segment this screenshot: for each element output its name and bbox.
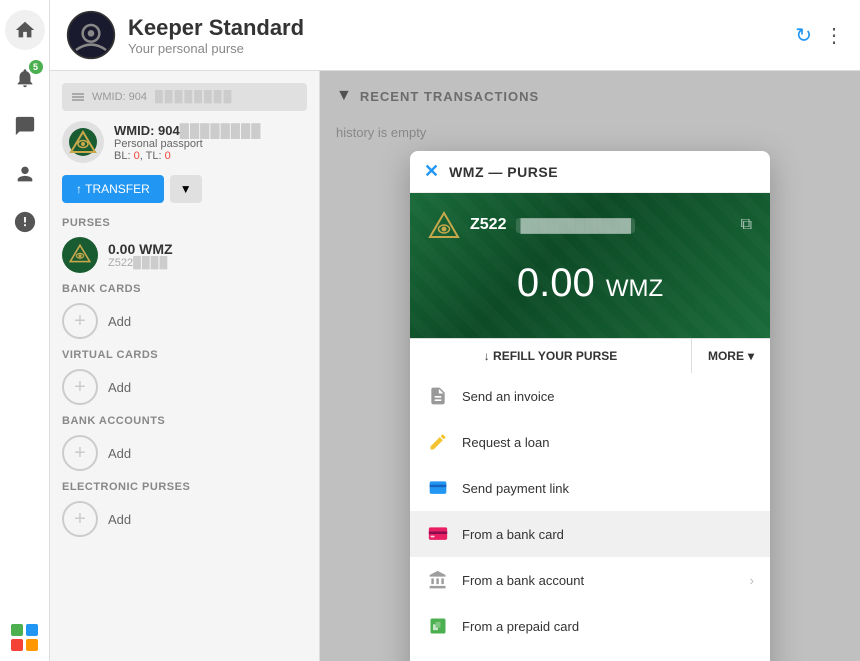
menu-request-loan[interactable]: Request a loan <box>410 419 770 465</box>
passport-label: Personal passport <box>114 138 307 150</box>
app-logo <box>66 10 116 60</box>
blue-dot <box>26 624 38 636</box>
header: Keeper Standard Your personal purse ↻ ⋮ <box>50 0 860 71</box>
header-actions: ↻ ⋮ <box>795 23 844 48</box>
account-id-blurred: ████████ <box>155 91 233 103</box>
request-loan-icon <box>426 430 450 454</box>
refill-purse-button[interactable]: ↓ REFILL YOUR PURSE <box>410 339 692 373</box>
purse-id: Z522████ <box>108 257 173 269</box>
bank-accounts-section-title: BANK ACCOUNTS <box>62 415 307 427</box>
add-virtual-card[interactable]: + Add <box>62 369 307 405</box>
send-invoice-label: Send an invoice <box>462 389 555 404</box>
wmz-purse-modal: ✕ WMZ — PURSE <box>410 151 770 661</box>
left-panel: WMID: 904 ████████ <box>50 71 320 661</box>
dropdown-menu: Send an invoice Request a loan <box>410 373 770 661</box>
add-epurse-circle-icon: + <box>62 501 98 537</box>
purse-item: 0.00 WMZ Z522████ <box>62 237 307 273</box>
purse-balance: 0.00 WMZ <box>428 241 752 322</box>
wmid-text: WMID: 904████████ <box>114 123 307 138</box>
transfer-row: ↑ TRANSFER ▼ <box>62 175 307 203</box>
from-prepaid-card-label: From a prepaid card <box>462 619 579 634</box>
green-dot <box>11 624 23 636</box>
red-dot <box>11 639 23 651</box>
refresh-button[interactable]: ↻ <box>795 23 812 48</box>
request-loan-label: Request a loan <box>462 435 549 450</box>
menu-find-places[interactable]: Find Places Near Me <box>410 649 770 661</box>
sidebar: 5 <box>0 0 50 661</box>
add-virtual-card-label: Add <box>108 380 131 395</box>
sidebar-item-messages[interactable] <box>5 106 45 146</box>
bank-account-arrow-icon: › <box>750 573 754 588</box>
modal-title: WMZ — PURSE <box>449 164 558 180</box>
add-bank-account-label: Add <box>108 446 131 461</box>
purse-icon <box>62 237 98 273</box>
bank-cards-section-title: BANK CARDS <box>62 283 307 295</box>
menu-from-prepaid-card[interactable]: From a prepaid card <box>410 603 770 649</box>
account-id-label: WMID: 904 <box>92 91 147 103</box>
purse-amount: 0.00 WMZ <box>108 241 173 257</box>
menu-from-bank-account[interactable]: From a bank account › <box>410 557 770 603</box>
from-bank-card-icon <box>426 522 450 546</box>
from-bank-account-label: From a bank account <box>462 573 584 588</box>
copy-purse-id-button[interactable]: ⧉ <box>741 216 752 234</box>
account-details: WMID: 904████████ Personal passport BL: … <box>114 123 307 162</box>
from-bank-card-label: From a bank card <box>462 527 564 542</box>
color-dots <box>11 624 38 651</box>
content-area: WMID: 904 ████████ <box>50 71 860 661</box>
account-info: WMID: 904████████ Personal passport BL: … <box>62 121 307 163</box>
modal-overlay[interactable]: ✕ WMZ — PURSE <box>320 71 860 661</box>
from-bank-account-icon <box>426 568 450 592</box>
menu-send-invoice[interactable]: Send an invoice <box>410 373 770 419</box>
send-invoice-icon <box>426 384 450 408</box>
from-prepaid-card-icon <box>426 614 450 638</box>
more-arrow-icon: ▾ <box>748 349 754 363</box>
notification-badge: 5 <box>29 60 43 74</box>
electronic-purses-section-title: ELECTRONIC PURSES <box>62 481 307 493</box>
header-text: Keeper Standard Your personal purse <box>128 15 304 56</box>
modal-purse-id-blurred: ████████████ <box>516 218 635 233</box>
menu-send-payment-link[interactable]: Send payment link <box>410 465 770 511</box>
modal-purse-id: Z522 <box>470 216 506 234</box>
add-electronic-purse[interactable]: + Add <box>62 501 307 537</box>
app-subtitle: Your personal purse <box>128 41 304 56</box>
bl-tl-values: BL: 0, TL: 0 <box>114 150 307 162</box>
add-bank-account[interactable]: + Add <box>62 435 307 471</box>
add-account-circle-icon: + <box>62 435 98 471</box>
purse-card-row: Z522 ████████████ ⧉ <box>428 209 752 241</box>
add-circle-icon: + <box>62 303 98 339</box>
main-content: Keeper Standard Your personal purse ↻ ⋮ … <box>50 0 860 661</box>
sidebar-item-home[interactable] <box>5 10 45 50</box>
add-bank-card[interactable]: + Add <box>62 303 307 339</box>
send-payment-link-icon <box>426 476 450 500</box>
sidebar-item-support[interactable] <box>5 202 45 242</box>
account-bar: WMID: 904 ████████ <box>62 83 307 111</box>
more-button[interactable]: ⋮ <box>824 23 844 48</box>
app-title: Keeper Standard <box>128 15 304 41</box>
right-panel: ▼ RECENT TRANSACTIONS history is empty ✕… <box>320 71 860 661</box>
purses-section-title: PURSES <box>62 217 307 229</box>
menu-from-bank-card[interactable]: From a bank card <box>410 511 770 557</box>
purse-details: 0.00 WMZ Z522████ <box>108 241 173 269</box>
sidebar-item-contacts[interactable] <box>5 154 45 194</box>
transfer-down-button[interactable]: ▼ <box>170 175 202 203</box>
transfer-button[interactable]: ↑ TRANSFER <box>62 175 164 203</box>
orange-dot <box>26 639 38 651</box>
modal-close-button[interactable]: ✕ <box>424 161 439 182</box>
send-payment-link-label: Send payment link <box>462 481 569 496</box>
modal-header: ✕ WMZ — PURSE <box>410 151 770 193</box>
action-buttons: ↓ REFILL YOUR PURSE MORE ▾ <box>410 338 770 373</box>
account-avatar <box>62 121 104 163</box>
purse-card: Z522 ████████████ ⧉ 0.00 WMZ <box>410 193 770 338</box>
add-electronic-purse-label: Add <box>108 512 131 527</box>
add-bank-card-label: Add <box>108 314 131 329</box>
sidebar-bottom <box>11 624 38 651</box>
add-virtual-circle-icon: + <box>62 369 98 405</box>
more-options-button[interactable]: MORE ▾ <box>692 339 770 373</box>
sidebar-item-notifications[interactable]: 5 <box>5 58 45 98</box>
virtual-cards-section-title: VIRTUAL CARDS <box>62 349 307 361</box>
